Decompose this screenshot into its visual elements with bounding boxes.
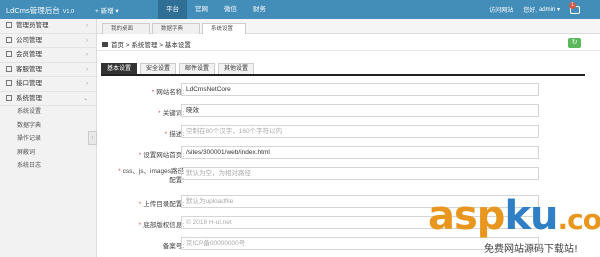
- main-nav: 平台 官网 微信 财务: [158, 0, 274, 19]
- nav-website[interactable]: 官网: [187, 0, 216, 19]
- message-badge: 1: [569, 1, 576, 9]
- watermark-logo: aspku.com 免费网站源码下载站!: [428, 196, 600, 257]
- sidebar-item-label: 公司管理: [16, 36, 42, 44]
- refresh-button[interactable]: ↻: [568, 38, 581, 48]
- required-mark: *: [138, 201, 142, 208]
- sidebar-item-admin[interactable]: 管理员管理 ›: [0, 19, 96, 34]
- required-mark: *: [138, 222, 142, 229]
- logo-part-asp: asp: [428, 193, 505, 239]
- building-icon: [6, 36, 12, 43]
- home-icon: [102, 42, 108, 47]
- tab-dictionary[interactable]: 数据字典: [152, 23, 200, 34]
- chevron-right-icon: ›: [86, 81, 88, 87]
- visit-site-link[interactable]: 访问网站: [489, 5, 513, 14]
- app-title[interactable]: LdCms管理后台 V1.0: [6, 5, 74, 16]
- copyright-label-text: 底部版权信息:: [143, 222, 184, 229]
- sidebar: 管理员管理 › 公司管理 › 会员管理 › 客服管理 › 接口管理 › 系统管理 ⌄ 系统设…: [0, 19, 97, 257]
- asset-path-label-line1: css、js、images路径: [122, 168, 184, 175]
- required-mark: *: [151, 89, 155, 96]
- sidebar-subitem-system-log[interactable]: 系统日志: [0, 160, 96, 174]
- watermark-tagline: 免费网站源码下载站!: [484, 244, 579, 255]
- chevron-down-icon: ⌄: [82, 95, 88, 102]
- required-mark: *: [158, 110, 161, 117]
- user-menu[interactable]: admin ▾: [539, 6, 560, 13]
- upload-dir-label-text: 上传目录配置:: [143, 201, 184, 208]
- description-field[interactable]: 空制在80个汉字，160个字符以内: [181, 125, 539, 138]
- sidebar-subitem-operation-log[interactable]: 操作记录: [0, 133, 96, 147]
- tab-security-settings[interactable]: 安全设置: [140, 63, 177, 74]
- sidebar-item-label: 接口管理: [16, 80, 42, 87]
- message-icon[interactable]: 1: [569, 1, 580, 14]
- sidebar-item-label: 管理员管理: [16, 22, 49, 29]
- required-mark: *: [118, 168, 121, 175]
- sidebar-subitem-blocked-words[interactable]: 屏蔽词: [0, 147, 96, 161]
- sidebar-subitem-system-settings[interactable]: 系统设置: [0, 106, 96, 120]
- chevron-right-icon: ›: [86, 66, 88, 73]
- logo-part-ku: ku: [504, 193, 558, 239]
- sidebar-item-company[interactable]: 公司管理 ›: [0, 34, 96, 48]
- site-name-label-text: 网站名称:: [156, 89, 184, 96]
- sidebar-item-api[interactable]: 接口管理 ›: [0, 77, 96, 92]
- greeting-text: 您好,: [523, 8, 537, 14]
- logo-part-com: .com: [557, 203, 600, 236]
- nav-wechat[interactable]: 微信: [216, 0, 245, 19]
- app-version: V1.0: [62, 9, 75, 15]
- upload-dir-label: * 上传目录配置:: [139, 198, 184, 208]
- user-icon: [6, 22, 12, 28]
- tab-other-settings[interactable]: 其他设置: [218, 63, 255, 74]
- asset-path-field[interactable]: 默认为空，为相对路径: [181, 167, 539, 180]
- new-dropdown-button[interactable]: + 新增 ▾: [95, 5, 119, 15]
- watermark-logo-text: aspku.com: [428, 196, 600, 240]
- sidebar-item-members[interactable]: 会员管理 ›: [0, 48, 96, 63]
- sidebar-item-label: 客服管理: [16, 65, 42, 73]
- required-mark: *: [164, 131, 168, 138]
- tab-mail-settings[interactable]: 邮件设置: [179, 63, 216, 74]
- chevron-right-icon: ›: [86, 37, 88, 44]
- top-navbar: LdCms管理后台 V1.0 + 新增 ▾ 平台 官网 微信 财务 访问网站 您好…: [0, 0, 600, 19]
- sidebar-item-label: 会员管理: [16, 51, 42, 58]
- sidebar-subitem-dictionary[interactable]: 数据字典: [0, 120, 96, 134]
- breadcrumb-bar: 首页 > 系统管理 > 基本设置 ↻: [97, 35, 600, 51]
- breadcrumb: 首页 > 系统管理 > 基本设置: [102, 39, 191, 49]
- site-name-label: * 网站名称:: [152, 86, 184, 96]
- nav-finance[interactable]: 财务: [245, 0, 274, 19]
- sidebar-item-system[interactable]: 系统管理 ⌄: [0, 92, 96, 106]
- headset-icon: [6, 65, 12, 72]
- nav-platform[interactable]: 平台: [158, 0, 187, 19]
- top-right-area: 访问网站 您好, admin ▾ 1: [489, 0, 600, 19]
- sidebar-item-support[interactable]: 客服管理 ›: [0, 63, 96, 77]
- app-title-text: LdCms管理后台: [6, 6, 60, 15]
- plug-icon: [6, 80, 12, 86]
- settings-tabs: 基本设置 安全设置 邮件设置 其他设置: [101, 63, 585, 76]
- breadcrumb-text: 首页 > 系统管理 > 基本设置: [111, 42, 191, 49]
- tab-strip: 我的桌面 数据字典 系统设置: [97, 19, 600, 34]
- required-mark: *: [138, 152, 142, 159]
- chevron-right-icon: ›: [86, 23, 88, 29]
- tab-system-settings[interactable]: 系统设置: [202, 23, 246, 34]
- tab-desktop[interactable]: 我的桌面: [102, 23, 150, 34]
- home-path-field[interactable]: /sites/300001/web/index.html: [181, 146, 539, 159]
- users-icon: [6, 51, 12, 57]
- home-path-label: * 设置网站首页:: [139, 149, 184, 159]
- copyright-label: * 底部版权信息:: [139, 219, 184, 229]
- home-path-label-text: 设置网站首页:: [143, 152, 184, 159]
- sidebar-item-label: 系统管理: [16, 94, 42, 102]
- keywords-field[interactable]: 晓效: [181, 104, 539, 117]
- refresh-icon: ↻: [571, 39, 578, 46]
- site-name-field[interactable]: LdCmsNetCore: [181, 83, 539, 96]
- asset-path-label: * css、js、images路径 配置:: [118, 167, 184, 185]
- gear-icon: [6, 94, 12, 101]
- tab-basic-settings[interactable]: 基本设置: [101, 63, 138, 74]
- chevron-right-icon: ›: [86, 52, 88, 58]
- sidebar-collapse-handle[interactable]: ‹: [88, 131, 97, 145]
